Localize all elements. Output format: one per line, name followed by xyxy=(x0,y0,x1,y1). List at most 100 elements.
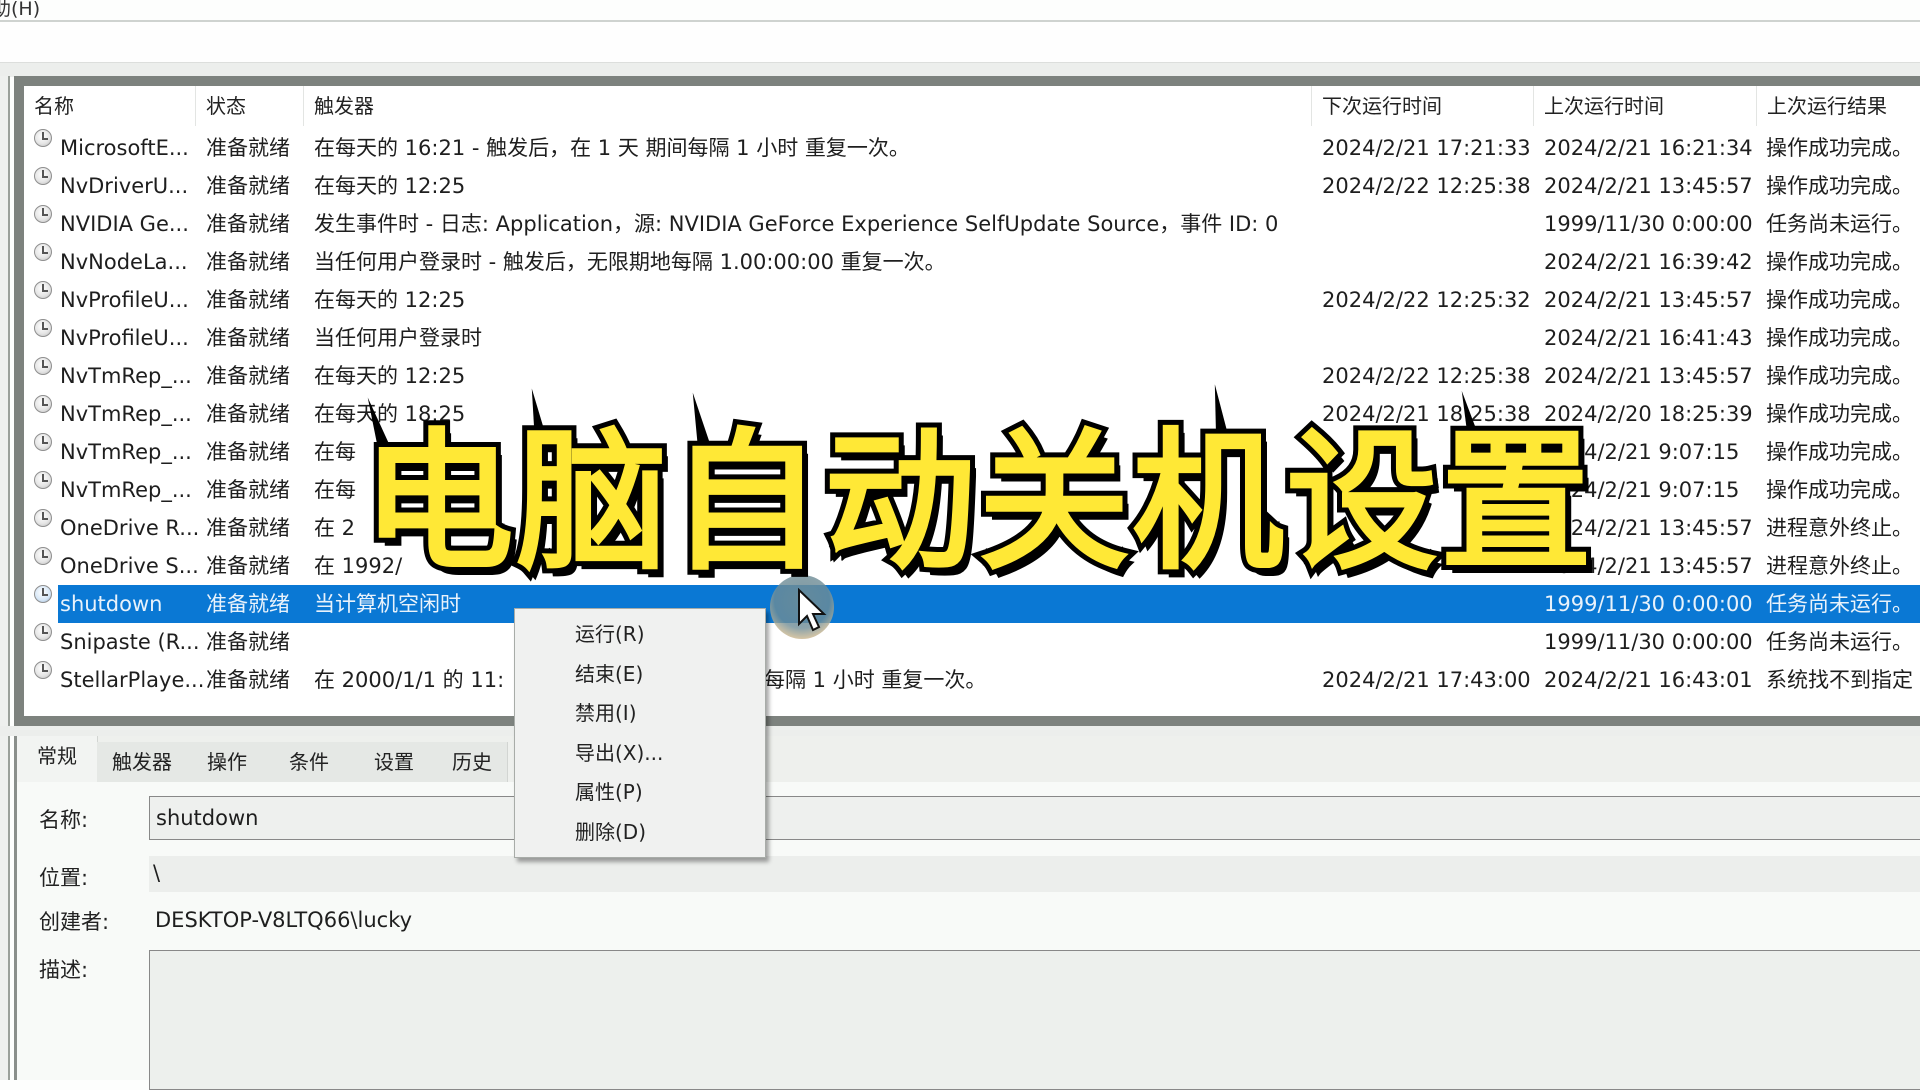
task-row[interactable]: NvNodeLa... 准备就绪 当任何用户登录时 - 触发后，无限期地每隔 1.0… xyxy=(24,243,1920,281)
task-last-result: 操作成功完成。 xyxy=(1766,326,1913,350)
menu-item-run[interactable]: 运行(R) xyxy=(575,619,645,649)
task-last-run: 2024/2/21 13:45:57 xyxy=(1544,364,1753,388)
task-name: NvTmRep_... xyxy=(60,364,192,388)
menu-item-delete[interactable]: 删除(D) xyxy=(575,817,646,847)
task-status: 准备就绪 xyxy=(206,212,290,236)
task-row[interactable]: NvDriverU... 准备就绪 在每天的 12:25 2024/2/22 12:2… xyxy=(24,167,1920,205)
name-field[interactable]: shutdown xyxy=(149,796,1920,840)
task-last-result: 操作成功完成。 xyxy=(1766,174,1913,198)
task-last-result: 进程意外终止。 xyxy=(1766,516,1913,540)
task-trigger: 在 2000/1/1 的 11: xyxy=(314,668,505,692)
details-tabs: 常规 触发器 操作 条件 设置 历史 xyxy=(17,736,1920,784)
task-clock-icon xyxy=(34,319,52,337)
task-last-result: 操作成功完成。 xyxy=(1766,478,1913,502)
task-name: OneDrive R... xyxy=(60,516,200,540)
menu-item-disable[interactable]: 禁用(I) xyxy=(575,698,637,728)
task-name: shutdown xyxy=(60,592,163,616)
task-clock-icon xyxy=(34,661,52,679)
context-menu: 运行(R) 结束(E) 禁用(I) 导出(X)... 属性(P) 删除(D) xyxy=(514,608,766,858)
task-last-run: 2024/2/21 16:43:01 xyxy=(1544,668,1753,692)
task-row[interactable]: NvTmRep_... 准备就绪 在每天的 12:25 2024/2/22 12:25… xyxy=(24,357,1920,395)
description-field[interactable] xyxy=(149,950,1920,1090)
name-label: 名称: xyxy=(39,808,89,832)
column-header[interactable]: 上次运行时间 xyxy=(1534,86,1757,126)
task-last-run: 2024/2/21 13:45:57 xyxy=(1544,174,1753,198)
task-last-run: 1999/11/30 0:00:00 xyxy=(1544,212,1753,236)
task-trigger: 发生事件时 - 日志: Application，源: NVIDIA GeForc… xyxy=(314,212,1279,236)
task-row[interactable]: StellarPlaye... 准备就绪在 2000/1/1 的 11: 2024/… xyxy=(24,661,1920,699)
video-title-overlay: 电脑自动关机设置 xyxy=(357,383,1612,598)
location-value: \ xyxy=(149,856,1920,892)
task-row[interactable]: NVIDIA Ge... 准备就绪 发生事件时 - 日志: Application，… xyxy=(24,205,1920,243)
task-last-run: 2024/2/21 16:39:42 xyxy=(1544,250,1753,274)
task-last-result: 任务尚未运行。 xyxy=(1766,592,1913,616)
task-name: MicrosoftE... xyxy=(60,136,189,160)
tab-5[interactable]: 历史 xyxy=(437,742,508,782)
task-clock-icon xyxy=(34,243,52,261)
column-header[interactable]: 状态 xyxy=(196,86,304,126)
tab-3[interactable]: 条件 xyxy=(267,742,352,782)
task-row[interactable]: NvProfileU... 准备就绪 当任何用户登录时 2024/2/21 16:41… xyxy=(24,319,1920,357)
task-status: 准备就绪 xyxy=(206,554,290,578)
task-details-panel: 常规 触发器 操作 条件 设置 历史 名称: shutdown 位置: \ 创建者: DE… xyxy=(14,736,1920,1090)
column-header[interactable]: 下次运行时间 xyxy=(1312,86,1534,126)
task-last-result: 任务尚未运行。 xyxy=(1766,212,1913,236)
task-row[interactable]: NvProfileU... 准备就绪 在每天的 12:25 2024/2/22 12:… xyxy=(24,281,1920,319)
task-row[interactable]: Snipaste (R... 准备就绪 1999/11/30 0:00:00 任务尚未… xyxy=(24,623,1920,661)
task-clock-icon xyxy=(34,509,52,527)
task-status: 准备就绪 xyxy=(206,402,290,426)
tab-0[interactable]: 常规 xyxy=(17,736,98,784)
menu-item-end[interactable]: 结束(E) xyxy=(575,659,643,689)
task-clock-icon xyxy=(34,471,52,489)
task-clock-icon xyxy=(34,129,52,147)
task-clock-icon xyxy=(34,357,52,375)
task-name: NvProfileU... xyxy=(60,288,189,312)
task-row[interactable]: MicrosoftE... 准备就绪 在每天的 16:21 - 触发后，在 1 天 … xyxy=(24,129,1920,167)
task-last-run: 1999/11/30 0:00:00 xyxy=(1544,630,1753,654)
tab-2[interactable]: 操作 xyxy=(187,742,268,782)
task-last-run: 2024/2/21 16:41:43 xyxy=(1544,326,1753,350)
task-name: StellarPlaye... xyxy=(60,668,205,692)
task-status: 准备就绪 xyxy=(206,440,290,464)
task-status: 准备就绪 xyxy=(206,592,290,616)
task-clock-icon xyxy=(34,623,52,641)
task-trigger: 当任何用户登录时 xyxy=(314,326,482,350)
task-status: 准备就绪 xyxy=(206,288,290,312)
task-status: 准备就绪 xyxy=(206,326,290,350)
tab-1[interactable]: 触发器 xyxy=(97,742,188,782)
task-status: 准备就绪 xyxy=(206,174,290,198)
menu-item-export[interactable]: 导出(X)... xyxy=(575,738,663,768)
author-value: DESKTOP-V8LTQ66\lucky xyxy=(155,908,413,932)
task-next-run: 2024/2/21 17:43:00 xyxy=(1322,668,1531,692)
task-last-result: 操作成功完成。 xyxy=(1766,402,1913,426)
task-list[interactable]: 名称 状态 触发器 下次运行时间 上次运行时间 上次运行结果 MicrosoftE... 准… xyxy=(24,86,1920,716)
task-clock-icon xyxy=(34,167,52,185)
task-trigger: 在每 xyxy=(314,478,356,502)
menu-help[interactable]: 助(H) xyxy=(0,0,40,21)
location-label: 位置: xyxy=(39,866,89,890)
task-name: NvTmRep_... xyxy=(60,402,192,426)
description-label: 描述: xyxy=(39,958,89,982)
column-header[interactable]: 触发器 xyxy=(304,86,1312,126)
task-trigger: 在每天的 16:21 - 触发后，在 1 天 期间每隔 1 小时 重复一次。 xyxy=(314,136,910,160)
task-trigger: 在每天的 12:25 xyxy=(314,174,466,198)
task-trigger: 在每天的 12:25 xyxy=(314,288,466,312)
column-header[interactable]: 名称 xyxy=(24,86,196,126)
column-header[interactable]: 上次运行结果 xyxy=(1757,86,1920,126)
pane-splitter[interactable] xyxy=(0,726,1920,736)
task-last-result: 操作成功完成。 xyxy=(1766,440,1913,464)
menu-item-properties[interactable]: 属性(P) xyxy=(575,777,643,807)
tab-4[interactable]: 设置 xyxy=(351,742,438,782)
task-last-result: 任务尚未运行。 xyxy=(1766,630,1913,654)
toolbar-separator xyxy=(0,62,1920,77)
task-status: 准备就绪 xyxy=(206,668,290,692)
task-trigger: 在每天的 12:25 xyxy=(314,364,466,388)
task-next-run: 2024/2/22 12:25:38 xyxy=(1322,174,1531,198)
toolbar xyxy=(0,22,1920,62)
task-last-run: 2024/2/21 13:45:57 xyxy=(1544,288,1753,312)
task-name: NvNodeLa... xyxy=(60,250,188,274)
left-pane-edge xyxy=(0,76,10,1080)
task-clock-icon xyxy=(34,281,52,299)
task-last-result: 系统找不到指定 xyxy=(1766,668,1913,692)
task-last-result: 操作成功完成。 xyxy=(1766,288,1913,312)
